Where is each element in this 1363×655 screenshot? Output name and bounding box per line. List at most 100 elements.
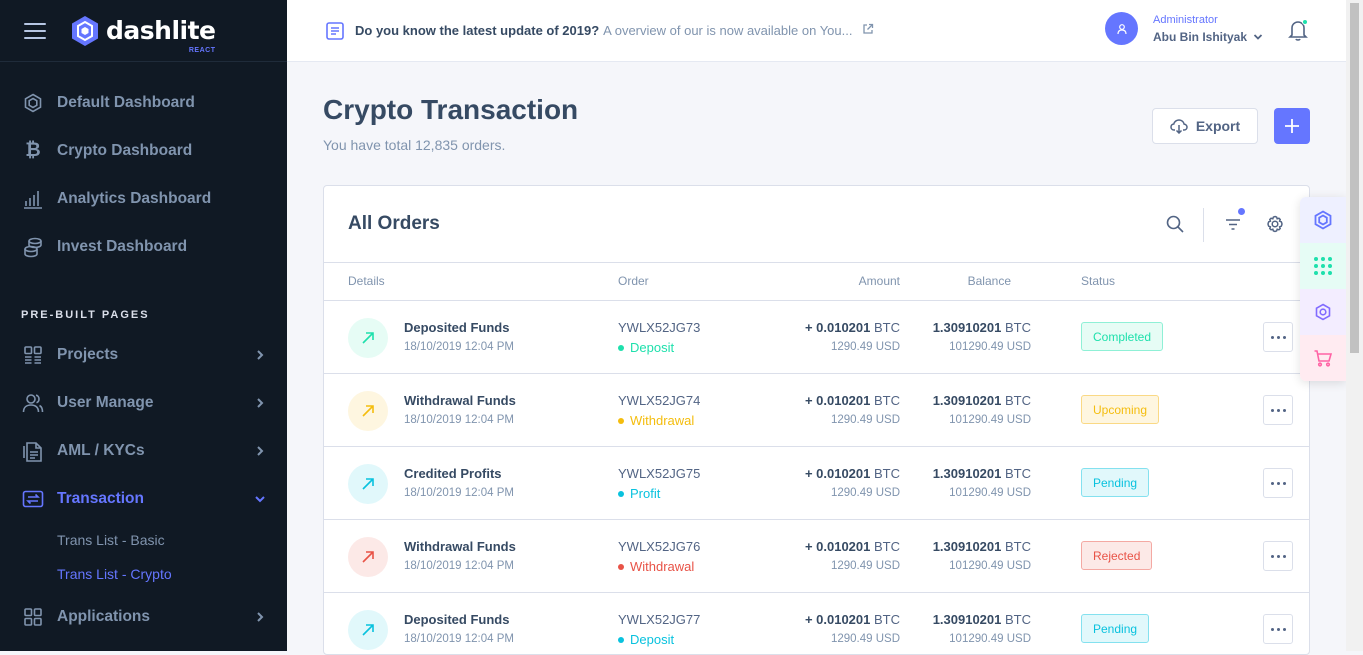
amount: + 0.010201 BTC [804, 612, 900, 627]
order-id: YWLX52JG77 [618, 612, 701, 627]
add-button[interactable] [1274, 108, 1310, 144]
export-label: Export [1195, 118, 1241, 134]
type-dot [618, 417, 624, 424]
chevron-right-icon [255, 443, 265, 459]
table-row[interactable]: Deposited Funds 18/10/2019 12:04 PM YWLX… [324, 301, 1309, 374]
scrollbar-thumb[interactable] [1350, 3, 1359, 353]
settings-gear-icon[interactable] [1265, 214, 1285, 234]
chevron-right-icon [255, 347, 265, 363]
order-type: Deposit [618, 340, 674, 355]
orders-card: All Orders Details Order Amount Balance … [323, 185, 1310, 655]
external-link-icon[interactable] [862, 23, 874, 38]
chevron-right-icon [255, 609, 265, 625]
user-name: Abu Bin Ishityak [1153, 30, 1263, 44]
amount-usd: 1290.49 USD [830, 487, 900, 499]
more-options-button[interactable] [1263, 541, 1293, 571]
more-options-button[interactable] [1263, 614, 1293, 644]
column-header-amount: Amount [858, 274, 900, 288]
exchange-icon [22, 488, 44, 510]
sidebar-item-label: Invest Dashboard [57, 238, 188, 255]
sidebar-item-label: AML / KYCs [57, 442, 145, 459]
amount: + 0.010201 BTC [804, 466, 900, 481]
column-header-status: Status [1081, 274, 1116, 288]
order-type: Withdrawal [618, 413, 694, 428]
plus-icon [1285, 119, 1299, 133]
amount-usd: 1290.49 USD [830, 414, 900, 426]
amount: + 0.010201 BTC [804, 320, 900, 335]
amount-usd: 1290.49 USD [830, 633, 900, 645]
demo-switcher-panel [1300, 197, 1346, 381]
user-icon [1116, 23, 1127, 34]
balance: 1.30910201 BTC [932, 320, 1031, 335]
file-docs-icon [22, 440, 44, 462]
sidebar-item-invest-dashboard[interactable]: Invest Dashboard [0, 223, 287, 271]
cloud-download-icon [1170, 119, 1188, 134]
sidebar-subitem-trans-list-crypto[interactable]: Trans List - Crypto [0, 557, 287, 591]
transaction-arrow-icon [348, 537, 388, 577]
status-badge: Completed [1081, 322, 1164, 351]
column-header-balance: Balance [967, 274, 1011, 288]
transaction-date: 18/10/2019 12:04 PM [404, 341, 514, 353]
sidebar-item-label: User Manage [57, 394, 154, 411]
filter-icon[interactable] [1223, 208, 1245, 234]
sidebar-item-label: Transaction [57, 490, 144, 507]
column-header-details: Details [348, 274, 385, 288]
transaction-date: 18/10/2019 12:04 PM [404, 487, 514, 499]
export-button[interactable]: Export [1152, 108, 1258, 144]
status-badge: Pending [1081, 614, 1150, 643]
balance-usd: 101290.49 USD [949, 633, 1031, 645]
more-options-button[interactable] [1263, 322, 1293, 352]
analytics-icon [22, 188, 44, 210]
sidebar-item-analytics-dashboard[interactable]: Analytics Dashboard [0, 175, 287, 223]
page-scrollbar[interactable] [1346, 0, 1363, 651]
transaction-name: Credited Profits [404, 466, 502, 481]
balance: 1.30910201 BTC [932, 539, 1031, 554]
demo-settings-icon[interactable] [1300, 289, 1346, 335]
table-row[interactable]: Withdrawal Funds 18/10/2019 12:04 PM YWL… [324, 374, 1309, 447]
sidebar-item-user-manage[interactable]: User Manage [0, 379, 287, 427]
menu-toggle-icon[interactable] [24, 22, 46, 39]
demo-cart-icon[interactable] [1300, 335, 1346, 381]
logo[interactable]: dashlite REACT [70, 15, 216, 54]
search-icon[interactable] [1165, 214, 1185, 234]
bitcoin-icon: ₿ [25, 140, 41, 161]
sidebar-item-label: Crypto Dashboard [57, 142, 193, 159]
status-badge: Pending [1081, 468, 1150, 497]
sidebar-item-transaction[interactable]: Transaction [0, 475, 287, 523]
user-dropdown[interactable]: Administrator Abu Bin Ishityak [1105, 12, 1263, 45]
sidebar-item-applications[interactable]: Applications [0, 593, 287, 641]
sidebar-item-projects[interactable]: Projects [0, 331, 287, 379]
balance-usd: 101290.49 USD [949, 487, 1031, 499]
chevron-right-icon [255, 395, 265, 411]
balance: 1.30910201 BTC [932, 612, 1031, 627]
transaction-date: 18/10/2019 12:04 PM [404, 414, 514, 426]
balance: 1.30910201 BTC [932, 393, 1031, 408]
demo-dashlite-icon[interactable] [1300, 197, 1346, 243]
page-subtitle: You have total 12,835 orders. [323, 137, 506, 153]
order-id: YWLX52JG76 [618, 539, 701, 554]
table-row[interactable]: Deposited Funds 18/10/2019 12:04 PM YWLX… [324, 593, 1309, 654]
more-options-button[interactable] [1263, 468, 1293, 498]
more-options-button[interactable] [1263, 395, 1293, 425]
table-row[interactable]: Withdrawal Funds 18/10/2019 12:04 PM YWL… [324, 520, 1309, 593]
sidebar-item-default-dashboard[interactable]: Default Dashboard [0, 79, 287, 127]
type-dot [618, 490, 624, 497]
table-row[interactable]: Credited Profits 18/10/2019 12:04 PM YWL… [324, 447, 1309, 520]
transaction-arrow-icon [348, 391, 388, 431]
sidebar-item-crypto-dashboard[interactable]: ₿ Crypto Dashboard [0, 127, 287, 175]
sidebar-subitem-trans-list-basic[interactable]: Trans List - Basic [0, 523, 287, 557]
transaction-name: Deposited Funds [404, 612, 510, 627]
sidebar-header: dashlite REACT [0, 0, 287, 62]
filter-active-dot [1238, 208, 1245, 215]
sidebar-item-label: Default Dashboard [57, 94, 195, 111]
notification-bell-icon[interactable] [1287, 18, 1309, 42]
demo-apps-grid-icon[interactable] [1300, 243, 1346, 289]
balance: 1.30910201 BTC [932, 466, 1031, 481]
transaction-name: Withdrawal Funds [404, 539, 516, 554]
top-header: Do you know the latest update of 2019? A… [287, 0, 1346, 62]
user-role: Administrator [1153, 13, 1218, 26]
sidebar-item-aml-kycs[interactable]: AML / KYCs [0, 427, 287, 475]
news-ticker[interactable]: Do you know the latest update of 2019? A… [325, 21, 874, 41]
order-type: Deposit [618, 632, 674, 647]
transaction-arrow-icon [348, 318, 388, 358]
